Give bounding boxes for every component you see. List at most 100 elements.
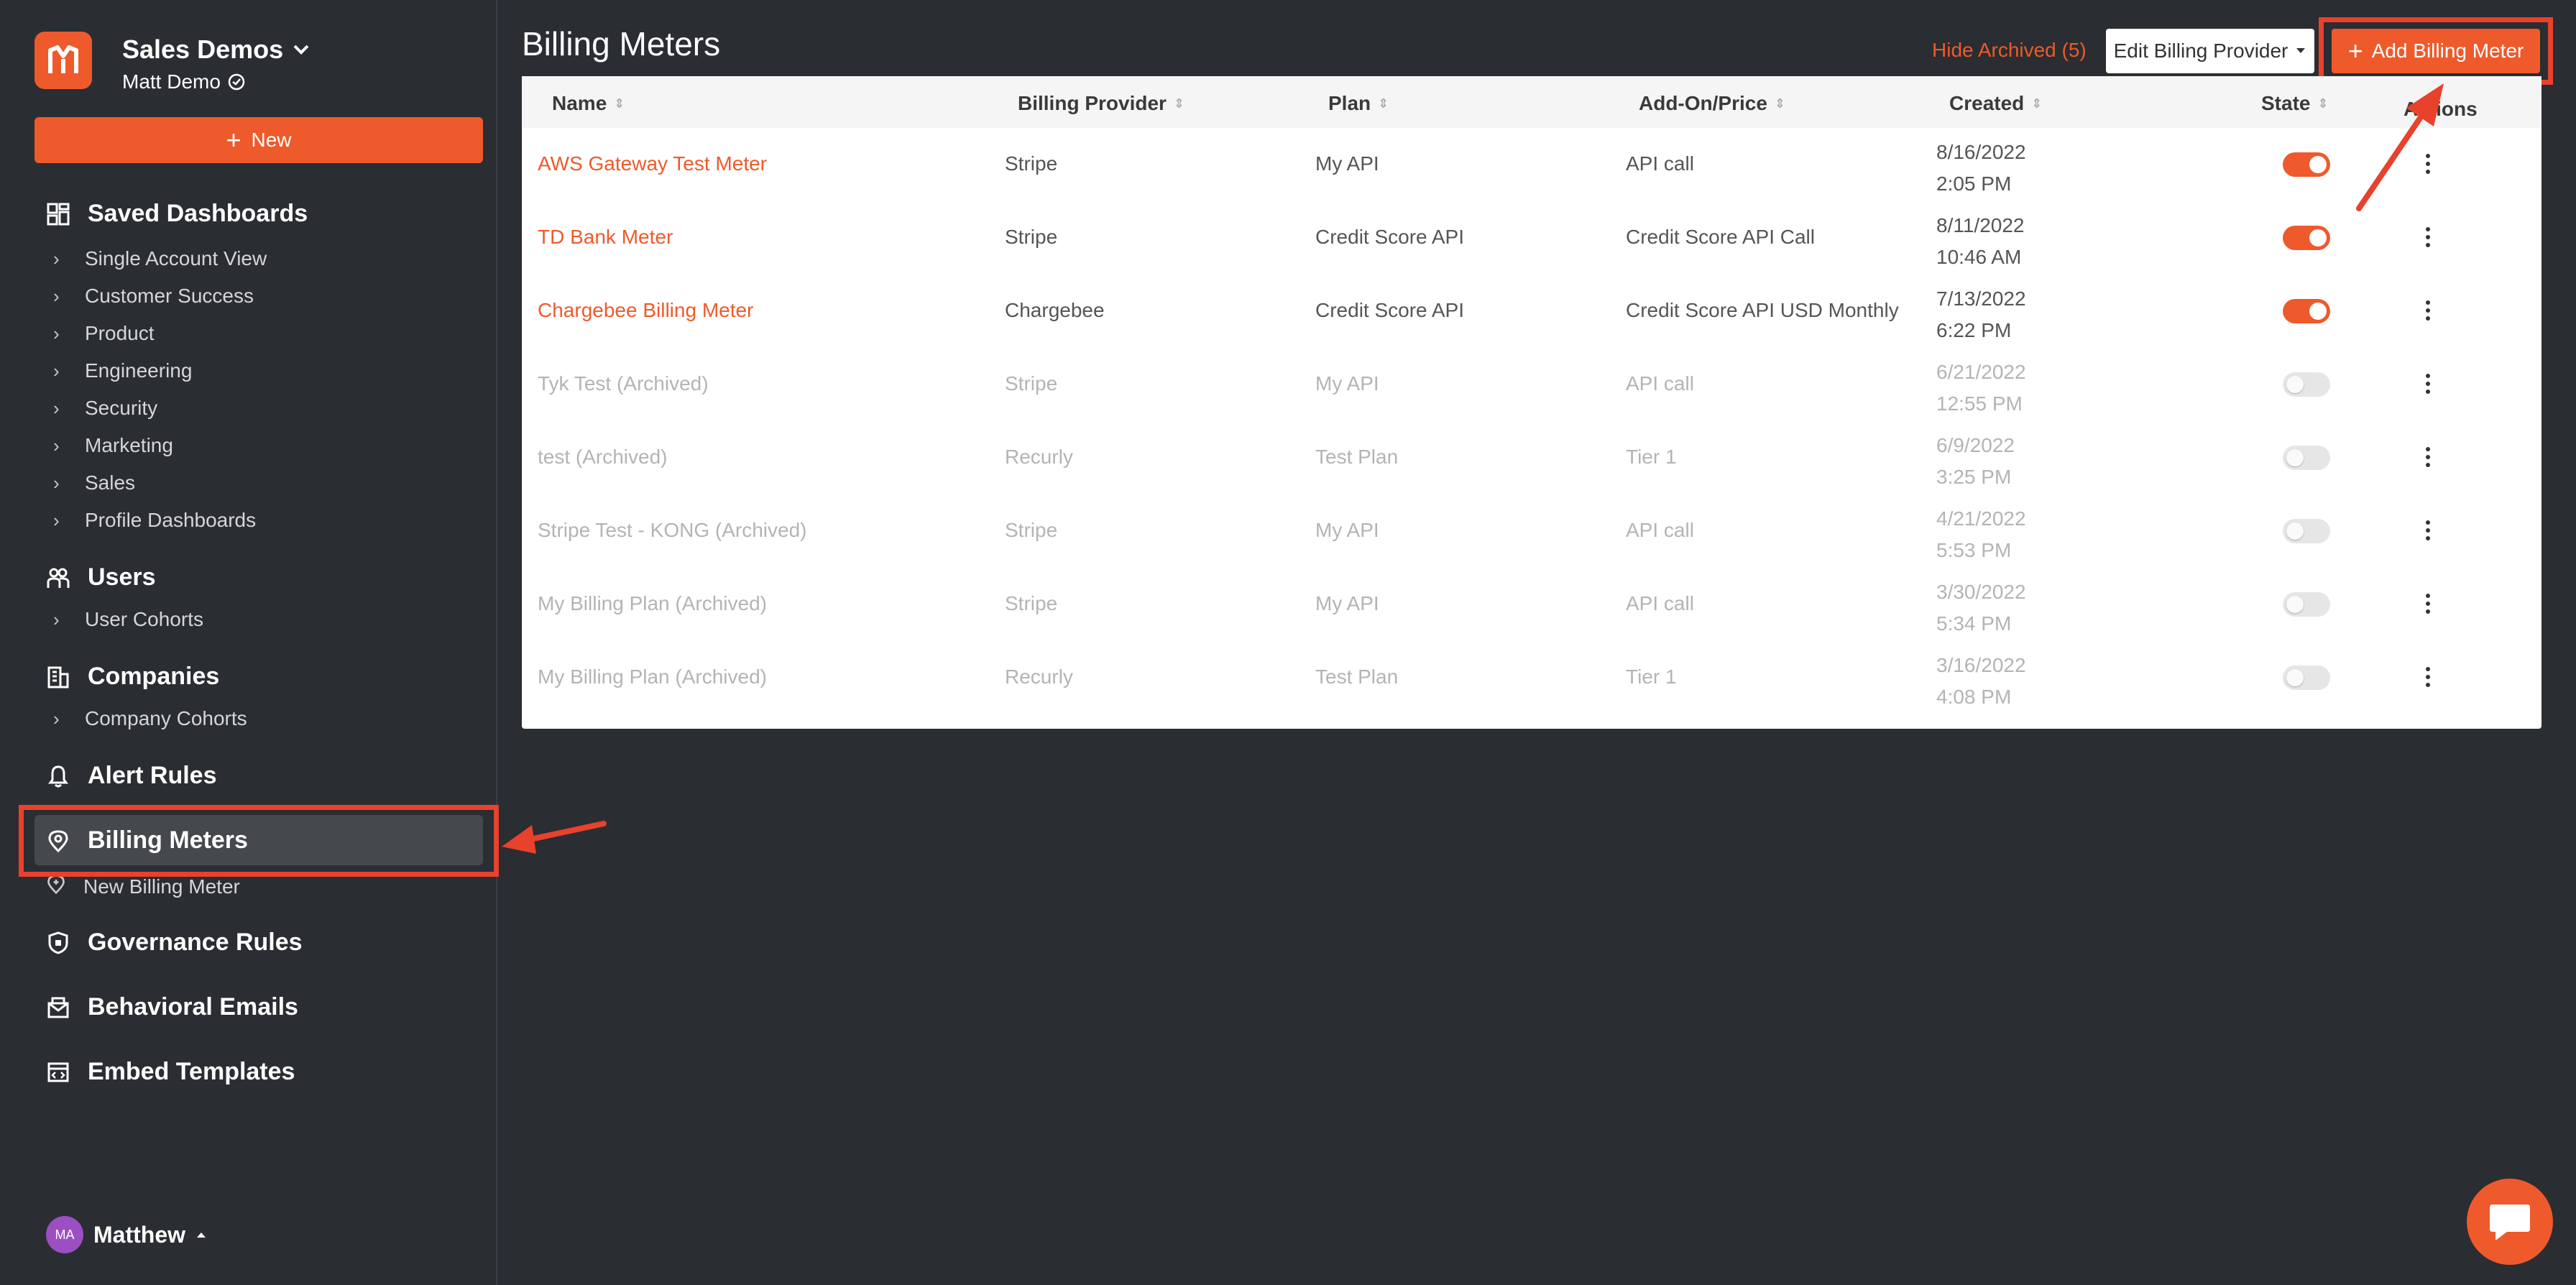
row-actions-kebab-icon[interactable] <box>2421 516 2435 545</box>
state-toggle[interactable] <box>2283 372 2330 397</box>
nav-companies-label: Companies <box>88 663 220 690</box>
toggle-knob <box>2309 156 2327 173</box>
nav-item-single-account-view[interactable]: › Single Account View <box>53 247 267 270</box>
column-header-provider[interactable]: Billing Provider ⇕ <box>1018 92 1184 115</box>
column-header-label: Plan <box>1328 92 1371 114</box>
chat-button[interactable] <box>2467 1179 2553 1265</box>
nav-item-customer-success[interactable]: › Customer Success <box>53 285 254 308</box>
kebab-dot <box>2426 683 2430 687</box>
state-toggle[interactable] <box>2283 592 2330 617</box>
created-date: 6/9/2022 <box>1936 434 2015 456</box>
nav-item-profile-dashboards[interactable]: › Profile Dashboards <box>53 509 256 532</box>
kebab-dot <box>2426 390 2430 394</box>
kebab-dot <box>2426 602 2430 606</box>
nav-companies[interactable]: Companies <box>46 663 219 691</box>
column-header-label: Created <box>1949 92 2025 114</box>
state-toggle[interactable] <box>2283 446 2330 470</box>
caret-up-icon <box>197 1233 206 1238</box>
row-actions-kebab-icon[interactable] <box>2421 443 2435 471</box>
kebab-dot <box>2426 316 2430 321</box>
state-toggle[interactable] <box>2283 665 2330 690</box>
column-header-plan[interactable]: Plan ⇕ <box>1328 92 1389 115</box>
cell-addon: Tier 1 <box>1626 446 1677 468</box>
cell-created: 8/16/2022 2:05 PM <box>1936 137 2026 200</box>
nav-item-sales[interactable]: › Sales <box>53 471 135 494</box>
nav-item-label: Sales <box>85 471 136 494</box>
cell-plan: Test Plan <box>1315 665 1399 688</box>
state-toggle[interactable] <box>2283 152 2330 177</box>
state-toggle[interactable] <box>2283 226 2330 250</box>
state-toggle[interactable] <box>2283 299 2330 323</box>
kebab-dot <box>2426 463 2430 467</box>
nav-item-user-cohorts[interactable]: › User Cohorts <box>53 608 203 631</box>
cell-provider: Stripe <box>1005 152 1058 175</box>
org-switcher[interactable]: Sales Demos <box>122 34 309 65</box>
nav-item-label: Product <box>85 322 155 344</box>
nav-embed-templates-label: Embed Templates <box>88 1058 295 1085</box>
table-row: TD Bank Meter Stripe Credit Score API Credi… <box>522 201 2542 275</box>
hide-archived-link[interactable]: Hide Archived (5) <box>1932 39 2087 62</box>
toggle-knob <box>2286 669 2304 686</box>
meter-name-link[interactable]: Stripe Test - KONG (Archived) <box>538 519 806 542</box>
nav-item-company-cohorts[interactable]: › Company Cohorts <box>53 707 247 730</box>
edit-billing-provider-dropdown[interactable]: Edit Billing Provider <box>2106 29 2314 73</box>
nav-behavioral-emails[interactable]: Behavioral Emails <box>46 993 298 1021</box>
row-actions-kebab-icon[interactable] <box>2421 223 2435 252</box>
meter-name-link[interactable]: My Billing Plan (Archived) <box>538 665 767 688</box>
cell-created: 3/16/2022 4:08 PM <box>1936 650 2026 713</box>
row-actions-kebab-icon[interactable] <box>2421 663 2435 691</box>
nav-saved-dashboards[interactable]: Saved Dashboards <box>46 200 308 228</box>
meter-name-link[interactable]: My Billing Plan (Archived) <box>538 592 767 615</box>
building-icon <box>46 665 70 689</box>
cell-plan: My API <box>1315 592 1379 614</box>
chevron-right-icon: › <box>53 434 60 456</box>
chevron-down-icon <box>293 45 309 55</box>
moesif-logo-icon[interactable] <box>34 32 92 89</box>
cell-addon: Tier 1 <box>1626 665 1677 688</box>
nav-item-product[interactable]: › Product <box>53 322 155 345</box>
column-header-addon[interactable]: Add-On/Price ⇕ <box>1639 92 1785 115</box>
cell-created: 6/9/2022 3:25 PM <box>1936 430 2015 493</box>
cell-provider: Stripe <box>1005 226 1058 248</box>
nav-governance-rules[interactable]: Governance Rules <box>46 929 303 957</box>
meter-name-link[interactable]: test (Archived) <box>538 446 668 469</box>
nav-alert-rules[interactable]: Alert Rules <box>46 762 217 790</box>
kebab-dot <box>2426 227 2430 231</box>
nav-users[interactable]: Users <box>46 563 156 591</box>
meter-name-link[interactable]: Tyk Test (Archived) <box>538 372 709 395</box>
created-date: 4/21/2022 <box>1936 507 2026 530</box>
kebab-dot <box>2426 667 2430 671</box>
users-icon <box>46 566 70 590</box>
meter-name-link[interactable]: AWS Gateway Test Meter <box>538 152 767 175</box>
nav-item-label: User Cohorts <box>85 608 203 630</box>
nav-item-marketing[interactable]: › Marketing <box>53 434 173 457</box>
nav-embed-templates[interactable]: Embed Templates <box>46 1058 295 1086</box>
column-header-created[interactable]: Created ⇕ <box>1949 92 2042 115</box>
kebab-dot <box>2426 609 2430 614</box>
nav-item-label: Marketing <box>85 434 173 456</box>
row-actions-kebab-icon[interactable] <box>2421 589 2435 618</box>
account-user[interactable]: Matt Demo <box>122 70 245 93</box>
state-toggle[interactable] <box>2283 519 2330 543</box>
row-actions-kebab-icon[interactable] <box>2421 369 2435 398</box>
cell-created: 7/13/2022 6:22 PM <box>1936 283 2026 346</box>
new-button[interactable]: + New <box>34 117 483 163</box>
meter-name-link[interactable]: Chargebee Billing Meter <box>538 299 753 322</box>
column-header-state[interactable]: State ⇕ <box>2261 92 2329 115</box>
table-row: Tyk Test (Archived) Stripe My API API call 6… <box>522 348 2542 421</box>
nav-item-engineering[interactable]: › Engineering <box>53 359 192 382</box>
kebab-dot <box>2426 528 2430 533</box>
cell-addon: Credit Score API USD Monthly <box>1626 299 1899 321</box>
cell-created: 6/21/2022 12:55 PM <box>1936 356 2026 420</box>
table-row: My Billing Plan (Archived) Recurly Test Pl… <box>522 641 2542 714</box>
nav-governance-rules-label: Governance Rules <box>88 929 303 956</box>
column-header-label: Name <box>552 92 607 114</box>
nav-item-security[interactable]: › Security <box>53 397 157 420</box>
row-actions-kebab-icon[interactable] <box>2421 296 2435 325</box>
column-header-name[interactable]: Name ⇕ <box>552 92 625 115</box>
user-menu[interactable]: MA Matthew <box>46 1216 207 1253</box>
cell-created: 8/11/2022 10:46 AM <box>1936 210 2025 273</box>
annotation-arrow-left <box>502 821 607 854</box>
meter-name-link[interactable]: TD Bank Meter <box>538 226 673 249</box>
nav-item-new-billing-meter[interactable]: New Billing Meter <box>46 874 240 899</box>
